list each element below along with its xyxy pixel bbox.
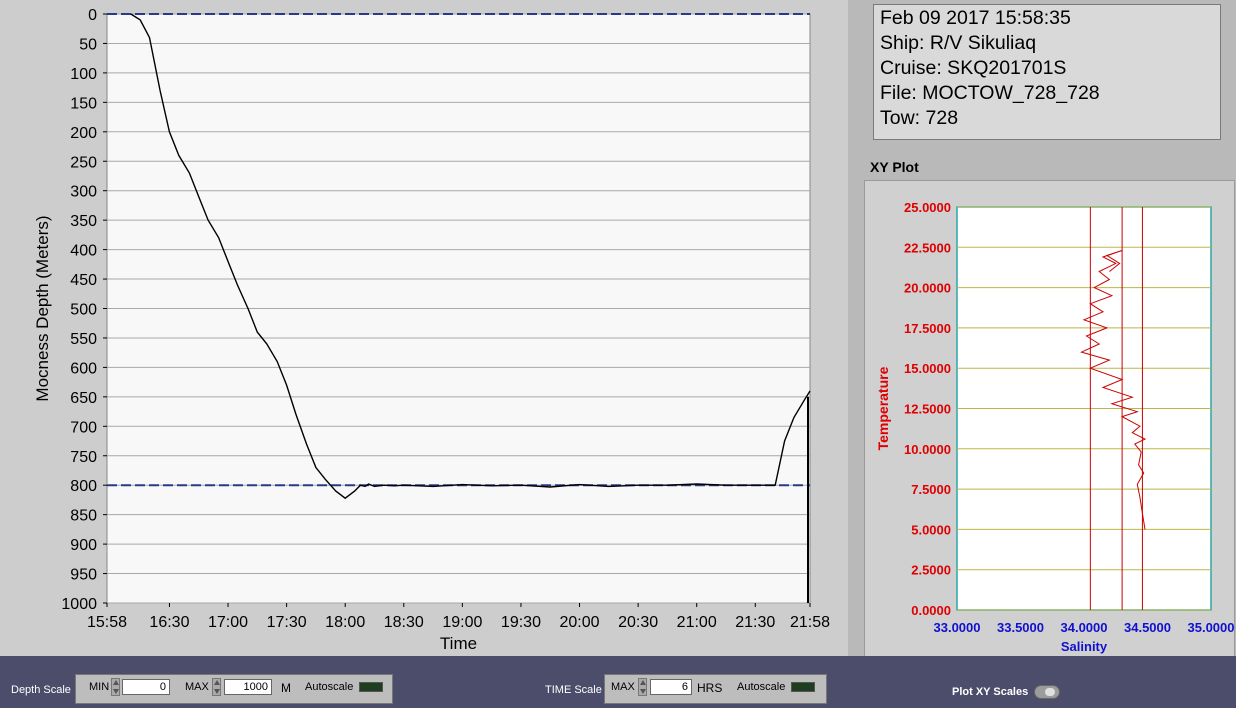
xy-xtick-label: 34.5000: [1124, 620, 1171, 635]
time-xtick-label: 18:00: [325, 614, 365, 631]
depth-ytick-label: 750: [70, 449, 97, 466]
depth-ytick-label: 300: [70, 184, 97, 201]
xy-ytick-label: 22.5000: [904, 240, 951, 255]
depth-unit-label: M: [281, 681, 291, 695]
depth-min-label: MIN: [89, 681, 110, 693]
xy-ytick-label: 12.5000: [904, 402, 951, 417]
time-xtick-label: 21:58: [790, 614, 830, 631]
time-autoscale-label: Autoscale: [737, 681, 786, 693]
time-xtick-label: 16:30: [149, 614, 189, 631]
time-xtick-label: 21:30: [735, 614, 775, 631]
depth-ytick-label: 500: [70, 302, 97, 319]
depth-min-input[interactable]: 0: [122, 679, 170, 695]
depth-max-label: MAX: [185, 681, 209, 693]
depth-ytick-label: 850: [70, 508, 97, 525]
time-xtick-label: 18:30: [384, 614, 424, 631]
time-unit-label: HRS: [697, 681, 723, 695]
info-cruise: Cruise: SKQ201701S: [880, 57, 1067, 79]
depth-ytick-label: 50: [79, 36, 97, 53]
depth-xlabel: Time: [440, 634, 477, 653]
time-xtick-label: 19:00: [442, 614, 482, 631]
depth-ytick-label: 900: [70, 537, 97, 554]
depth-ytick-label: 950: [70, 567, 97, 584]
xy-xtick-label: 33.0000: [934, 620, 981, 635]
time-xtick-label: 20:00: [560, 614, 600, 631]
depth-ytick-label: 1000: [61, 596, 97, 613]
depth-ytick-label: 0: [88, 7, 97, 24]
depth-ytick-label: 800: [70, 478, 97, 495]
plot-xy-scales-label: Plot XY Scales: [952, 686, 1029, 698]
xy-ytick-label: 2.5000: [911, 563, 951, 578]
depth-ytick-label: 350: [70, 213, 97, 230]
info-display: Feb 09 2017 15:58:35 Ship: R/V Sikuliaq …: [873, 4, 1221, 140]
time-xtick-label: 17:00: [208, 614, 248, 631]
depth-autoscale-led[interactable]: [359, 682, 383, 692]
xy-ytick-label: 17.5000: [904, 321, 951, 336]
info-tow: Tow: 728: [880, 107, 959, 129]
depth-ytick-label: 700: [70, 419, 97, 436]
xy-ytick-label: 20.0000: [904, 281, 951, 296]
depth-max-spinner[interactable]: [212, 678, 221, 696]
xy-ytick-label: 5.0000: [911, 522, 951, 537]
time-xtick-label: 15:58: [87, 614, 127, 631]
info-date: Feb 09 2017 15:58:35: [880, 7, 1071, 29]
info-ship: Ship: R/V Sikuliaq: [880, 32, 1037, 54]
xy-ytick-label: 25.0000: [904, 200, 951, 215]
depth-ytick-label: 200: [70, 125, 97, 142]
depth-autoscale-label: Autoscale: [305, 681, 354, 693]
time-max-spinner[interactable]: [638, 678, 647, 696]
plot-xy-scales-toggle[interactable]: [1034, 685, 1060, 699]
xy-xtick-label: 34.0000: [1061, 620, 1108, 635]
depth-max-input[interactable]: 1000: [224, 679, 272, 695]
depth-ytick-label: 150: [70, 95, 97, 112]
depth-ytick-label: 600: [70, 360, 97, 377]
xy-xtick-label: 33.5000: [997, 620, 1044, 635]
depth-ytick-label: 450: [70, 272, 97, 289]
depth-ytick-label: 100: [70, 66, 97, 83]
time-max-input[interactable]: 6: [650, 679, 692, 695]
depth-scale-label: Depth Scale: [11, 684, 71, 696]
xy-ytick-label: 7.5000: [911, 482, 951, 497]
depth-chart: 0 50 100 150 200 250 300 350 400 450 500 550 600 650 7…: [33, 7, 830, 653]
depth-ytick-label: 650: [70, 390, 97, 407]
depth-ytick-label: 550: [70, 331, 97, 348]
info-file: File: MOCTOW_728_728: [880, 82, 1100, 104]
xy-ylabel: Temperature: [875, 366, 891, 450]
time-xtick-label: 17:30: [267, 614, 307, 631]
depth-ytick-label: 250: [70, 154, 97, 171]
depth-min-spinner[interactable]: [111, 678, 120, 696]
depth-ylabel: Mocness Depth (Meters): [33, 215, 52, 401]
xy-ytick-label: 15.0000: [904, 361, 951, 376]
depth-ytick-label: 400: [70, 243, 97, 260]
time-max-label: MAX: [611, 681, 635, 693]
time-scale-label: TIME Scale: [545, 684, 602, 696]
xy-xlabel: Salinity: [1061, 639, 1108, 654]
time-xtick-label: 19:30: [501, 614, 541, 631]
time-xtick-label: 20:30: [618, 614, 658, 631]
xy-ytick-label: 0.0000: [911, 603, 951, 618]
xy-plot-title: XY Plot: [870, 159, 919, 175]
xy-xtick-label: 35.0000: [1188, 620, 1235, 635]
time-xtick-label: 21:00: [677, 614, 717, 631]
time-autoscale-led[interactable]: [791, 682, 815, 692]
xy-plot-chart: 0.0000 2.5000 5.0000 7.5000 10.0000 12.5000 15…: [875, 200, 1235, 654]
xy-ytick-label: 10.0000: [904, 442, 951, 457]
